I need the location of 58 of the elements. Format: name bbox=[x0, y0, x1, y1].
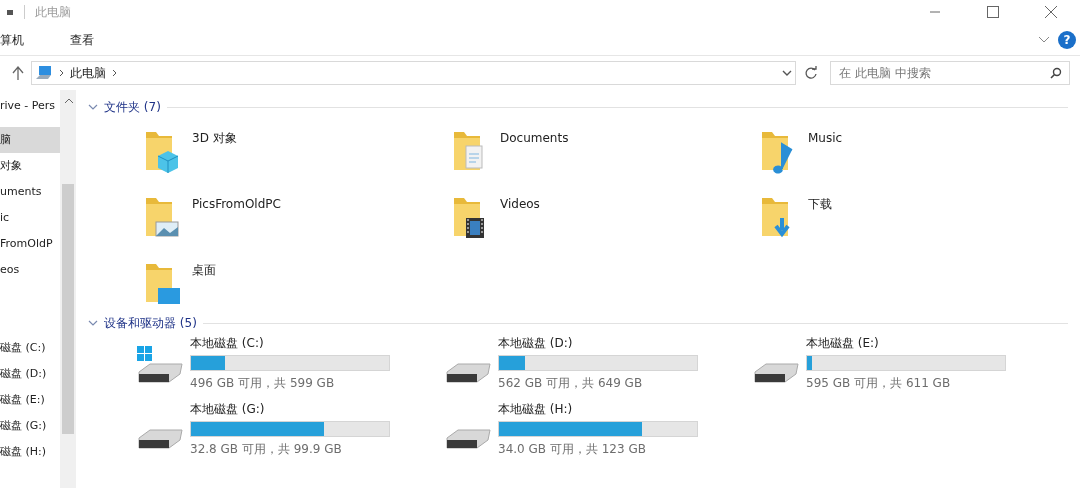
chevron-right-icon bbox=[59, 69, 64, 77]
sidebar-item[interactable]: 对象 bbox=[0, 153, 60, 179]
scroll-up-icon[interactable] bbox=[63, 98, 74, 104]
drive-space-text: 32.8 GB 可用，共 99.9 GB bbox=[190, 441, 343, 458]
drive-space-text: 595 GB 可用，共 611 GB bbox=[806, 375, 952, 392]
chevron-icon[interactable] bbox=[1038, 35, 1050, 44]
folder-name[interactable]: PicsFromOldPC bbox=[192, 192, 281, 213]
drive-icon bbox=[136, 429, 184, 450]
drive-icon bbox=[752, 363, 800, 384]
drive-space-text: 496 GB 可用，共 599 GB bbox=[190, 375, 336, 392]
drive-name: 本地磁盘 (H:) bbox=[498, 401, 574, 418]
up-arrow-icon[interactable] bbox=[12, 66, 24, 80]
help-button[interactable]: ? bbox=[1058, 30, 1076, 49]
breadcrumb[interactable]: 此电脑 bbox=[70, 64, 106, 82]
folder-name[interactable]: Documents bbox=[500, 126, 569, 147]
close-icon[interactable] bbox=[1045, 6, 1057, 18]
collapse-chevron-icon[interactable] bbox=[88, 319, 98, 327]
sidebar-item[interactable]: 磁盘 (D:) bbox=[0, 361, 60, 387]
drive-icon bbox=[444, 363, 492, 384]
sidebar-item[interactable]: 磁盘 (G:) bbox=[0, 413, 60, 439]
drive-space-text: 34.0 GB 可用，共 123 GB bbox=[498, 441, 647, 458]
folder-name[interactable]: 3D 对象 bbox=[192, 126, 237, 147]
drive-name: 本地磁盘 (D:) bbox=[498, 335, 574, 352]
sidebar-item[interactable]: 磁盘 (C:) bbox=[0, 335, 60, 361]
address-bar[interactable]: 此电脑 bbox=[31, 61, 796, 85]
drive-icon bbox=[444, 429, 492, 450]
maximize-icon[interactable] bbox=[987, 6, 999, 18]
window-title: 此电脑 bbox=[35, 4, 71, 21]
group-header[interactable]: 文件夹 (7) bbox=[104, 98, 161, 116]
group-header[interactable]: 设备和驱动器 (5) bbox=[104, 314, 197, 332]
search-icon bbox=[1050, 67, 1062, 79]
drive-name: 本地磁盘 (C:) bbox=[190, 335, 265, 352]
chevron-right-icon bbox=[112, 69, 117, 77]
folder-name[interactable]: 下载 bbox=[808, 192, 832, 213]
drive-name: 本地磁盘 (E:) bbox=[806, 335, 880, 352]
ribbon-tab[interactable]: 算机 bbox=[0, 28, 32, 51]
sidebar-item[interactable]: 磁盘 (E:) bbox=[0, 387, 60, 413]
sidebar-item[interactable]: 磁盘 (H:) bbox=[0, 439, 60, 465]
window-icon bbox=[6, 8, 14, 16]
computer-icon bbox=[35, 65, 53, 81]
ribbon-tab[interactable]: 查看 bbox=[62, 28, 102, 51]
dropdown-icon[interactable] bbox=[782, 69, 792, 77]
sidebar-item[interactable]: rive - Pers bbox=[0, 93, 60, 119]
drive-space-text: 562 GB 可用，共 649 GB bbox=[498, 375, 644, 392]
refresh-icon[interactable] bbox=[804, 66, 818, 80]
search-field[interactable]: 在 此电脑 中搜索 bbox=[830, 61, 1070, 85]
collapse-chevron-icon[interactable] bbox=[88, 103, 98, 111]
sidebar-item[interactable]: uments bbox=[0, 179, 60, 205]
scrollbar-thumb[interactable] bbox=[61, 184, 74, 434]
drive-name: 本地磁盘 (G:) bbox=[190, 401, 266, 418]
sidebar-item[interactable]: eos bbox=[0, 257, 60, 283]
drive-icon bbox=[136, 346, 184, 384]
sidebar-item[interactable]: FromOldP bbox=[0, 231, 60, 257]
sidebar-item[interactable]: ic bbox=[0, 205, 60, 231]
folder-name[interactable]: Videos bbox=[500, 192, 540, 213]
folder-name[interactable]: 桌面 bbox=[192, 258, 216, 279]
sidebar-item[interactable]: 脑 bbox=[0, 127, 60, 153]
folder-name[interactable]: Music bbox=[808, 126, 843, 147]
